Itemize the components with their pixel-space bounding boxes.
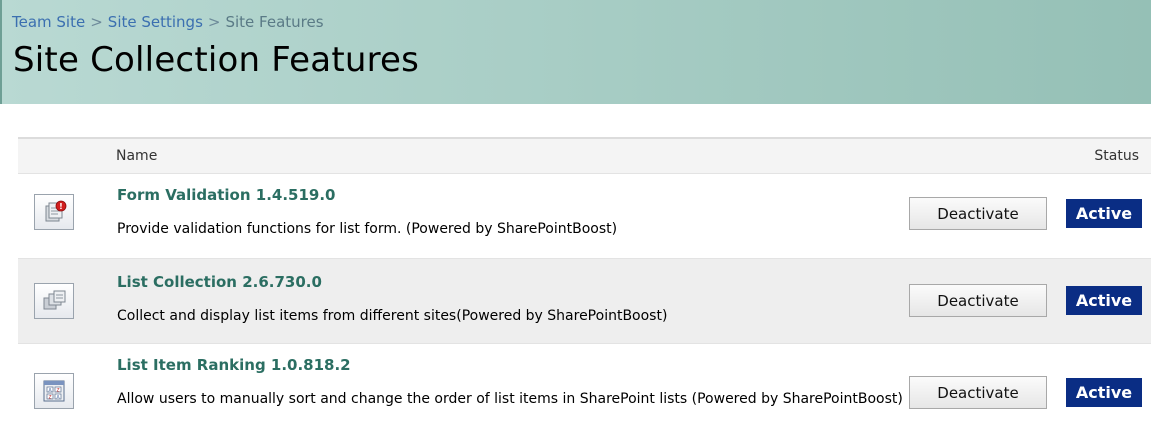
feature-row: A Z Z A List Item Ranking 1.0.818.2 Allo… [18,343,1151,431]
status-badge: Active [1066,378,1142,407]
breadcrumb-separator: > [90,13,103,31]
title-area: Team Site > Site Settings > Site Features Si… [0,0,1151,104]
column-header-name: Name [116,148,158,164]
feature-description: Provide validation functions for list fo… [117,221,618,237]
breadcrumb-link-team-site[interactable]: Team Site [12,13,85,31]
breadcrumb: Team Site > Site Settings > Site Features [12,13,324,31]
feature-row: List Collection 2.6.730.0 Collect and di… [18,258,1151,343]
svg-text:Z: Z [48,394,51,400]
table-header: Name Status [18,137,1151,173]
list-collection-icon [34,283,74,319]
feature-title: Form Validation 1.4.519.0 [117,186,336,204]
list-item-ranking-icon: A Z Z A [34,373,74,409]
status-badge: Active [1066,286,1142,315]
breadcrumb-separator: > [207,13,221,31]
svg-text:Z: Z [56,387,59,393]
status-badge: Active [1066,199,1142,228]
feature-description: Collect and display list items from diff… [117,308,668,324]
svg-text:!: ! [59,202,63,211]
deactivate-button[interactable]: Deactivate [909,284,1047,317]
feature-title: List Item Ranking 1.0.818.2 [117,356,351,374]
breadcrumb-current: Site Features [225,13,324,31]
deactivate-button[interactable]: Deactivate [909,197,1047,230]
features-table: Name Status ! Form Validation 1.4.519.0 … [18,137,1151,431]
feature-description: Allow users to manually sort and change … [117,391,903,407]
deactivate-button[interactable]: Deactivate [909,376,1047,409]
page-title: Site Collection Features [13,40,420,80]
feature-row: ! Form Validation 1.4.519.0 Provide vali… [18,173,1151,258]
column-header-status: Status [1094,148,1139,164]
breadcrumb-link-site-settings[interactable]: Site Settings [108,13,203,31]
form-validation-icon: ! [34,194,74,230]
feature-title: List Collection 2.6.730.0 [117,273,322,291]
